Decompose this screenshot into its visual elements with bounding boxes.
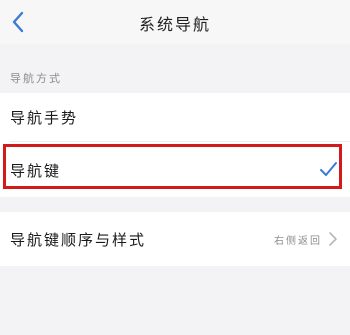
navigation-mode-group: 导航手势 导航键 xyxy=(0,93,350,197)
navigation-key-order-style-item[interactable]: 导航键顺序与样式 右侧返回 xyxy=(0,212,350,266)
check-icon xyxy=(320,162,337,176)
top-bar: 系统导航 xyxy=(0,0,350,44)
navigation-key-order-style-value: 右侧返回 xyxy=(274,235,322,247)
option-gestures[interactable]: 导航手势 xyxy=(0,93,350,141)
navigation-key-order-style-label: 导航键顺序与样式 xyxy=(10,230,147,249)
divider xyxy=(10,141,350,142)
option-gestures-label: 导航手势 xyxy=(10,108,79,127)
option-navigation-keys[interactable]: 导航键 xyxy=(0,146,350,194)
key-order-group: 导航键顺序与样式 右侧返回 xyxy=(0,212,350,266)
chevron-right-icon xyxy=(329,232,337,246)
page-title: 系统导航 xyxy=(138,15,211,34)
section-label-navigation-mode: 导航方式 xyxy=(10,72,62,85)
option-navigation-keys-label: 导航键 xyxy=(10,161,62,180)
